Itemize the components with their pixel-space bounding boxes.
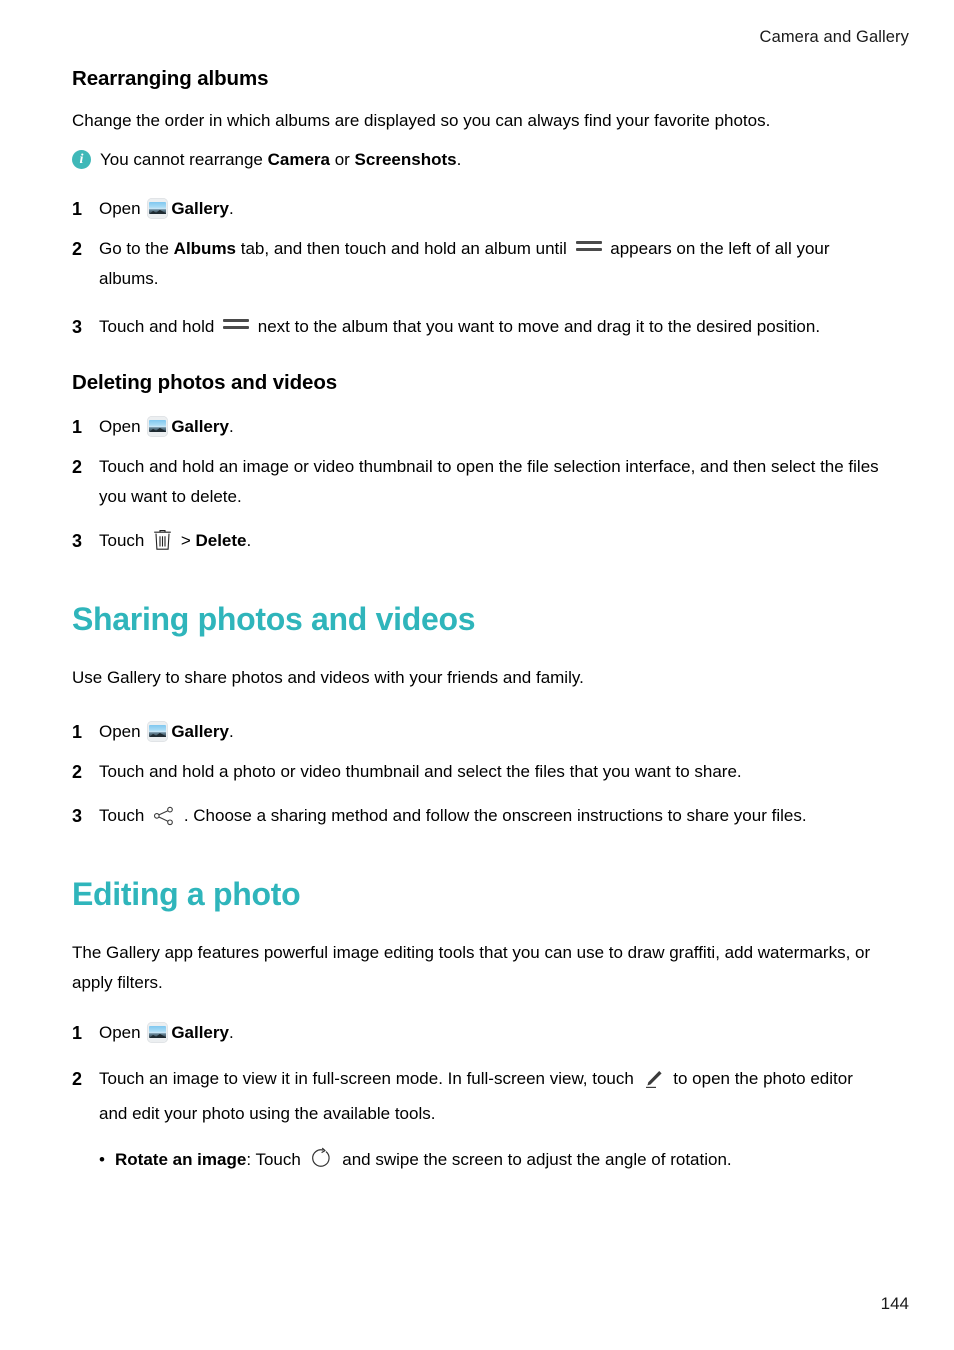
step-prefix: Open	[99, 1023, 146, 1042]
page-number: 144	[880, 1294, 909, 1313]
step-bold-gallery: Gallery	[171, 199, 229, 218]
step-editing-1: 1 Open Gallery.	[72, 1018, 882, 1048]
step-bold-gallery: Gallery	[171, 1023, 229, 1042]
bullet-dot: •	[99, 1150, 105, 1169]
step-suffix: . Choose a sharing method and follow the…	[179, 806, 807, 825]
step-text: Touch and hold an image or video thumbna…	[99, 457, 879, 506]
step-number: 3	[72, 531, 83, 551]
step-bold-gallery: Gallery	[171, 417, 229, 436]
note-bold-screenshots: Screenshots	[354, 150, 457, 169]
step-text: Open Gallery.	[99, 194, 882, 224]
gallery-icon	[147, 198, 169, 219]
step-suffix: .	[228, 199, 234, 218]
step-text: Open Gallery.	[99, 412, 882, 442]
step-number: 1	[72, 722, 83, 742]
rearranging-intro-text: Change the order in which albums are dis…	[72, 111, 771, 130]
step-text: Touch and hold next to the album that yo…	[99, 312, 882, 342]
step-middle: >	[176, 531, 196, 550]
gallery-icon	[147, 1022, 169, 1043]
gallery-icon	[147, 416, 169, 437]
heading-editing-a-photo: Editing a photo	[72, 876, 301, 912]
bullet-prefix: : Touch	[246, 1150, 306, 1169]
step-prefix: Touch and hold	[99, 317, 220, 336]
note-prefix: You cannot rearrange	[100, 150, 268, 169]
step-middle: tab, and then touch and hold an album un…	[236, 239, 572, 258]
step-rearranging-3: 3 Touch and hold next to the album that …	[72, 312, 882, 342]
editing-intro-text: The Gallery app features powerful image …	[72, 943, 871, 992]
step-rearranging-1: 1 Open Gallery.	[72, 194, 882, 224]
note-text: You cannot rearrange Camera or Screensho…	[100, 146, 461, 174]
step-prefix: Open	[99, 199, 146, 218]
document-page: Camera and Gallery Rearranging albums Ch…	[0, 0, 954, 1350]
running-header: Camera and Gallery	[759, 28, 909, 46]
note-suffix: .	[456, 150, 462, 169]
step-text: Touch . Choose a sharing method and foll…	[99, 801, 882, 836]
bullet-bold-label: Rotate an image	[115, 1150, 247, 1169]
step-text: Touch > Delete.	[99, 526, 882, 561]
step-text: Touch and hold a photo or video thumbnai…	[99, 762, 742, 781]
drag-handle-icon	[575, 241, 602, 254]
bullet-text: Rotate an image: Touch and swipe the scr…	[115, 1145, 882, 1180]
step-number: 1	[72, 199, 83, 219]
step-prefix: Touch	[99, 531, 150, 550]
step-number: 2	[72, 762, 83, 782]
step-number: 2	[72, 457, 83, 477]
sharing-intro-text: Use Gallery to share photos and videos w…	[72, 668, 584, 687]
heading-rearranging-albums: Rearranging albums	[72, 67, 269, 90]
heading-sharing-photos-and-videos: Sharing photos and videos	[72, 601, 476, 637]
step-suffix: .	[246, 531, 252, 550]
trash-icon	[153, 529, 172, 561]
step-deleting-2: 2 Touch and hold an image or video thumb…	[72, 452, 882, 512]
step-suffix: next to the album that you want to move …	[253, 317, 821, 336]
info-icon	[72, 150, 91, 169]
step-prefix: Go to the	[99, 239, 174, 258]
step-text: Open Gallery.	[99, 1018, 882, 1048]
step-sharing-3: 3 Touch . Choose a sharing method and fo…	[72, 801, 882, 836]
step-deleting-1: 1 Open Gallery.	[72, 412, 882, 442]
step-prefix: Open	[99, 417, 146, 436]
step-sharing-1: 1 Open Gallery.	[72, 717, 882, 747]
step-prefix: Touch	[99, 806, 150, 825]
step-prefix: Open	[99, 722, 146, 741]
page-content: Rearranging albums Change the order in w…	[72, 66, 882, 1180]
step-bold-delete: Delete	[195, 531, 247, 550]
pencil-edit-icon	[643, 1069, 665, 1099]
note-rearranging: You cannot rearrange Camera or Screensho…	[72, 146, 882, 174]
step-suffix: .	[228, 417, 234, 436]
heading-deleting-photos-and-videos: Deleting photos and videos	[72, 371, 338, 394]
gallery-icon	[147, 721, 169, 742]
step-text: Touch an image to view it in full-screen…	[99, 1064, 882, 1129]
step-suffix: .	[228, 1023, 234, 1042]
drag-handle-icon	[223, 319, 250, 332]
step-number: 3	[72, 317, 83, 337]
step-number: 1	[72, 417, 83, 437]
step-prefix: Touch an image to view it in full-screen…	[99, 1069, 639, 1088]
step-sharing-2: 2 Touch and hold a photo or video thumbn…	[72, 757, 882, 787]
step-deleting-3: 3 Touch > Delete.	[72, 526, 882, 561]
rotate-icon	[310, 1147, 334, 1180]
step-text: Go to the Albums tab, and then touch and…	[99, 234, 882, 294]
bullet-rotate-an-image: • Rotate an image: Touch and swipe the s…	[72, 1145, 882, 1180]
step-editing-2: 2 Touch an image to view it in full-scre…	[72, 1064, 882, 1129]
note-bold-camera: Camera	[267, 150, 330, 169]
bullet-suffix: and swipe the screen to adjust the angle…	[337, 1150, 732, 1169]
step-number: 1	[72, 1023, 83, 1043]
note-middle: or	[329, 150, 355, 169]
share-icon	[153, 806, 175, 836]
step-suffix: .	[228, 722, 234, 741]
step-bold-gallery: Gallery	[171, 722, 229, 741]
step-rearranging-2: 2 Go to the Albums tab, and then touch a…	[72, 234, 882, 294]
step-number: 2	[72, 239, 83, 259]
step-number: 3	[72, 806, 83, 826]
step-bold-albums: Albums	[173, 239, 237, 258]
step-text: Open Gallery.	[99, 717, 882, 747]
step-number: 2	[72, 1069, 83, 1089]
